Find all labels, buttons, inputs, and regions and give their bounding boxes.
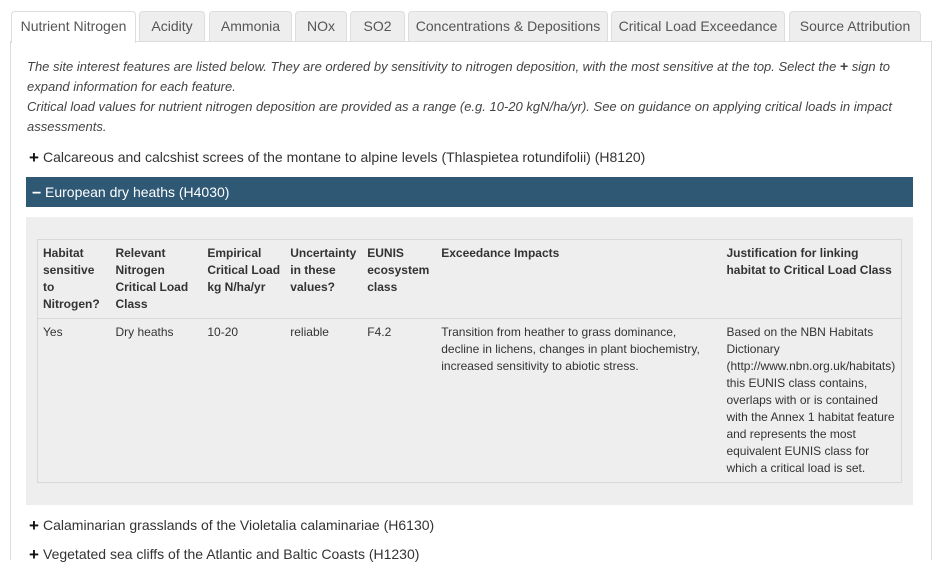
tab-ammonia[interactable]: Ammonia (209, 11, 292, 41)
tab-so2[interactable]: SO2 (350, 11, 405, 41)
feature-label: Calaminarian grasslands of the Violetali… (43, 517, 435, 533)
column-header-justification: Justification for linking habitat to Cri… (721, 239, 902, 319)
tab-nox[interactable]: NOx (295, 11, 347, 41)
expand-plus-icon: + (29, 148, 39, 167)
expand-plus-icon: + (29, 545, 39, 564)
cell-uncertainty: reliable (285, 318, 363, 483)
cell-critical-load-class: Dry heaths (110, 318, 203, 483)
column-header-uncertainty: Uncertainty in these values? (285, 239, 363, 319)
column-header-habitat-sensitive: Habitat sensitive to Nitrogen? (37, 239, 111, 319)
column-header-exceedance-impacts: Exceedance Impacts (436, 239, 722, 319)
column-header-critical-load-class: Relevant Nitrogen Critical Load Class (110, 239, 203, 319)
expand-plus-icon: + (29, 516, 39, 535)
critical-load-table: Habitat sensitive to Nitrogen? Relevant … (37, 239, 902, 483)
intro-line-2: Critical load values for nutrient nitrog… (27, 99, 892, 134)
tab-critical-load-exceedance[interactable]: Critical Load Exceedance (611, 11, 785, 41)
cell-empirical-critical-load: 10-20 (202, 318, 286, 483)
tab-acidity[interactable]: Acidity (139, 11, 205, 41)
feature-label: European dry heaths (H4030) (45, 184, 230, 200)
tab-nutrient-nitrogen[interactable]: Nutrient Nitrogen (11, 11, 136, 43)
cell-eunis-class: F4.2 (362, 318, 437, 483)
feature-item-h4030-expanded[interactable]: − European dry heaths (H4030) (26, 177, 913, 207)
plus-icon: + (839, 58, 849, 74)
column-header-eunis-class: EUNIS ecosystem class (362, 239, 437, 319)
column-header-empirical-critical-load: Empirical Critical Load kg N/ha/yr (202, 239, 286, 319)
intro-line-1-start: The site interest features are listed be… (27, 59, 840, 74)
table-header-row: Habitat sensitive to Nitrogen? Relevant … (37, 239, 902, 319)
feature-item-h8120[interactable]: + Calcareous and calcshist screes of the … (29, 147, 645, 168)
intro-line-1: The site interest features are listed be… (27, 56, 917, 97)
cell-habitat-sensitive: Yes (37, 318, 111, 483)
tab-bar: Nutrient Nitrogen Acidity Ammonia NOx SO… (0, 0, 946, 43)
intro-text: The site interest features are listed be… (27, 56, 917, 137)
tab-source-attribution[interactable]: Source Attribution (789, 11, 921, 41)
tab-concentrations-depositions[interactable]: Concentrations & Depositions (408, 11, 608, 41)
cell-exceedance-impacts: Transition from heather to grass dominan… (436, 318, 722, 483)
collapse-minus-icon: − (32, 185, 42, 202)
cell-justification: Based on the NBN Habitats Dictionary (ht… (721, 318, 902, 483)
table-row: Yes Dry heaths 10-20 reliable F4.2 Trans… (37, 318, 902, 483)
feature-item-h6130[interactable]: + Calaminarian grasslands of the Violetal… (29, 515, 434, 536)
feature-item-h1230[interactable]: + Vegetated sea cliffs of the Atlantic an… (29, 544, 419, 565)
feature-label: Calcareous and calcshist screes of the m… (43, 149, 646, 165)
